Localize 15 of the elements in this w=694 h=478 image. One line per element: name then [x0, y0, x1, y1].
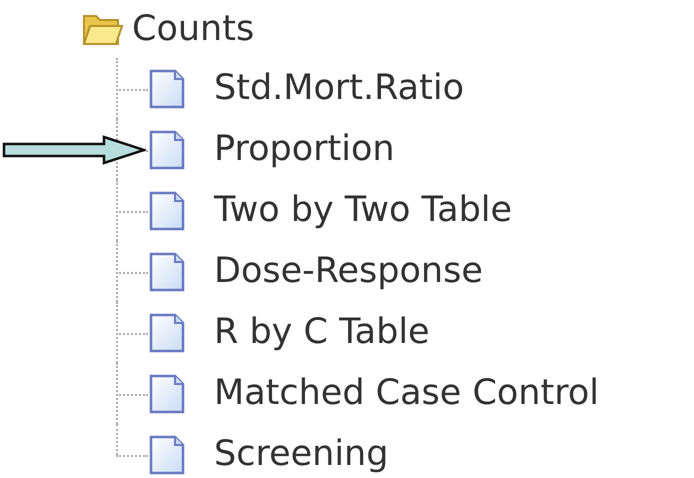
document-icon — [148, 312, 186, 352]
document-icon — [148, 374, 186, 414]
document-icon — [148, 190, 186, 230]
document-icon — [148, 434, 186, 474]
tree-item[interactable]: Dose-Response — [214, 254, 483, 289]
tree-item[interactable]: Screening — [214, 437, 388, 472]
tree-item[interactable]: Std.Mort.Ratio — [214, 71, 464, 106]
tree-item[interactable]: Proportion — [214, 132, 395, 167]
tree-item[interactable]: Two by Two Table — [214, 193, 512, 228]
folder-label[interactable]: Counts — [132, 12, 254, 46]
tree-item[interactable]: R by C Table — [214, 315, 430, 350]
document-icon — [148, 68, 186, 108]
document-icon — [148, 252, 186, 292]
tree-item[interactable]: Matched Case Control — [214, 376, 599, 411]
document-icon — [148, 130, 186, 170]
